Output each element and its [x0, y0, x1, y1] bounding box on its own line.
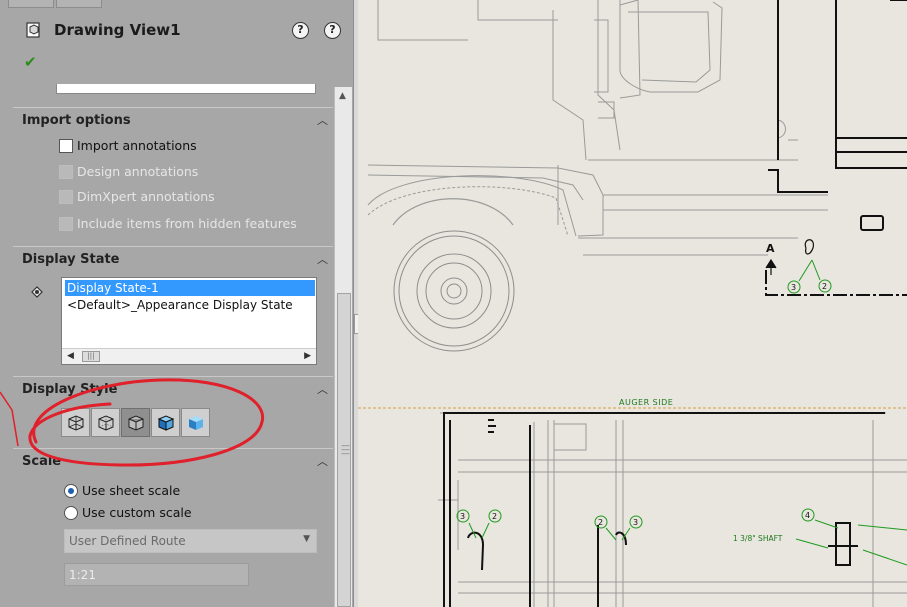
balloon-2: 2: [492, 512, 497, 521]
balloon-4: 4: [805, 511, 810, 520]
view-label-auger-side: AUGER SIDE: [619, 398, 674, 407]
checkbox-label: Import annotations: [77, 138, 197, 153]
list-item-default-appearance[interactable]: <Default>_Appearance Display State: [65, 297, 315, 313]
group-title-display-style: Display Style: [22, 382, 118, 397]
custom-scale-dropdown: User Defined Route ▼: [64, 529, 317, 553]
custom-scale-input: 1:21: [64, 563, 249, 586]
dropdown-value: User Defined Route: [69, 534, 186, 548]
checkbox-box: [59, 217, 73, 231]
help-icon[interactable]: ?: [324, 22, 341, 39]
group-title-display-state: Display State: [22, 252, 120, 267]
collapse-chevron-icon[interactable]: ︿: [317, 251, 328, 267]
group-title-import-options: Import options: [22, 113, 131, 128]
shaded-with-edges-icon: [157, 415, 175, 431]
collapse-chevron-icon[interactable]: ︿: [317, 112, 328, 128]
preceding-field: [56, 84, 316, 94]
display-state-icon: [31, 286, 43, 298]
hidden-lines-removed-button[interactable]: [121, 408, 150, 437]
drawing-view-graphics: 3 2 3 2 2 3 4: [358, 0, 907, 607]
display-state-group: Display State ︿ Display State-1 <Default…: [13, 246, 333, 376]
scroll-grip-icon: — — —: [341, 441, 350, 459]
balloon-3: 3: [460, 512, 465, 521]
ok-checkmark-icon[interactable]: ✔: [24, 53, 37, 71]
panel-header: Drawing View1 ? ? ✔: [8, 8, 348, 80]
checkbox-label: Design annotations: [77, 164, 199, 179]
display-style-group: Display Style ︿: [13, 376, 333, 448]
drawing-view-icon: [26, 22, 40, 38]
shaded-with-edges-button[interactable]: [151, 408, 180, 437]
hidden-lines-visible-icon: [98, 415, 114, 431]
scroll-left-arrow-icon[interactable]: ◀: [67, 351, 74, 361]
hidden-lines-removed-icon: [128, 415, 144, 431]
wireframe-icon: [68, 415, 84, 431]
list-item-display-state-1[interactable]: Display State-1: [65, 280, 315, 296]
shaded-icon: [189, 416, 203, 430]
balloon-2: 2: [822, 282, 827, 291]
collapse-chevron-icon[interactable]: ︿: [317, 381, 328, 397]
property-manager-panel: Drawing View1 ? ? ✔ Import options ︿ Imp…: [0, 0, 356, 607]
whats-new-help-icon[interactable]: ?: [292, 22, 309, 39]
scroll-up-arrow-icon[interactable]: ▲: [339, 91, 346, 101]
section-letter-label: A: [766, 242, 775, 255]
display-state-list[interactable]: Display State-1 <Default>_Appearance Dis…: [61, 277, 317, 365]
balloon-3: 3: [791, 283, 796, 292]
scroll-right-arrow-icon[interactable]: ▶: [304, 351, 311, 361]
panel-vertical-scrollbar[interactable]: ▲ — — —: [334, 87, 352, 607]
drawing-sheet[interactable]: 3 2 3 2 2 3 4 A AUGER SIDE 1 3/8" SHAFT: [358, 0, 907, 607]
list-horizontal-scrollbar[interactable]: ◀ ||| ▶: [62, 348, 316, 364]
balloon-3: 3: [633, 518, 638, 527]
scroll-thumb[interactable]: |||: [82, 351, 100, 362]
scroll-thumb[interactable]: — — —: [337, 293, 351, 607]
wireframe-button[interactable]: [61, 408, 90, 437]
checkbox-box: [59, 190, 73, 204]
import-options-group: Import options ︿ Import annotations Desi…: [13, 107, 333, 246]
checkbox-label: DimXpert annotations: [77, 189, 215, 204]
chevron-down-icon: ▼: [303, 534, 310, 544]
shaft-note-label: 1 3/8" SHAFT: [733, 534, 783, 543]
tab-feature-manager[interactable]: [8, 0, 54, 8]
property-manager-scroll-area: Import options ︿ Import annotations Desi…: [8, 80, 334, 607]
checkbox-box: [59, 165, 73, 179]
balloon-2: 2: [598, 518, 603, 527]
group-title-scale: Scale: [22, 454, 62, 469]
scale-value: 1:21: [69, 568, 96, 582]
shaded-button[interactable]: [181, 408, 210, 437]
scale-group: Scale ︿ Use sheet scale Use custom scale…: [13, 448, 333, 607]
radio-label: Use sheet scale: [82, 483, 181, 498]
checkbox-box[interactable]: [59, 139, 73, 153]
radio-button[interactable]: [64, 484, 78, 498]
radio-label: Use custom scale: [82, 505, 192, 520]
checkbox-label: Include items from hidden features: [77, 216, 297, 231]
panel-tab-strip: [0, 0, 356, 8]
page-title: Drawing View1: [54, 21, 181, 39]
hidden-lines-visible-button[interactable]: [91, 408, 120, 437]
tab-property-manager[interactable]: [56, 0, 102, 8]
collapse-chevron-icon[interactable]: ︿: [317, 453, 328, 469]
radio-button[interactable]: [64, 506, 78, 520]
